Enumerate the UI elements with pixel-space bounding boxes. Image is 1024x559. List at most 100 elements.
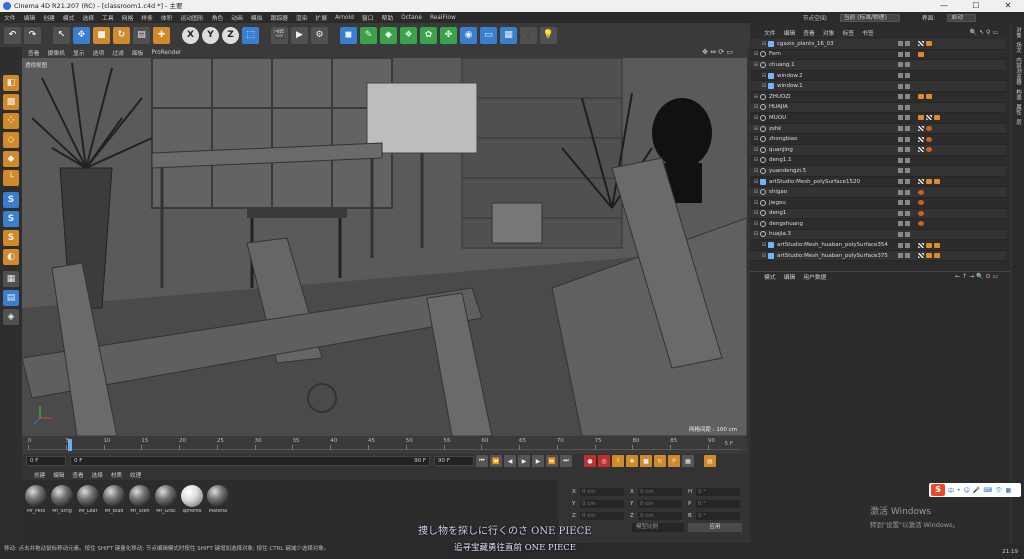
object-row[interactable]: ⊟ artStudio:Mesh_polySurface1520	[750, 177, 1006, 188]
menu-arnold[interactable]: Arnold	[335, 15, 354, 21]
editor-visibility-icon[interactable]	[898, 253, 903, 259]
object-menu-bookmarks[interactable]: 书签	[862, 28, 874, 37]
visibility-flags[interactable]	[898, 136, 910, 142]
ime-emoji-icon[interactable]: ☺	[964, 487, 970, 494]
current-frame-field[interactable]: 0 F	[26, 456, 66, 466]
menu-extensions[interactable]: 扩展	[316, 13, 328, 22]
prev-frame-icon[interactable]: ◀	[504, 455, 516, 467]
material-tag-icon[interactable]	[926, 179, 932, 185]
object-name[interactable]: yuandengzi.5	[769, 168, 806, 174]
attribute-menu-mode[interactable]: 模式	[764, 272, 776, 281]
y-axis-lock-icon[interactable]: Y	[202, 26, 219, 44]
material-swatch[interactable]: Mf_Pets	[24, 485, 48, 514]
texture-tag-icon[interactable]	[918, 253, 924, 259]
menu-render[interactable]: 渲染	[296, 13, 308, 22]
editor-visibility-icon[interactable]	[898, 242, 903, 248]
object-menu-tags[interactable]: 标签	[842, 28, 854, 37]
maximize-button[interactable]: ☐	[960, 0, 992, 12]
size-x-field[interactable]: 0 cm	[638, 487, 682, 496]
render-visibility-icon[interactable]	[905, 242, 910, 248]
object-name[interactable]: Fern	[769, 51, 781, 57]
object-row[interactable]: ⊟ jiegou	[750, 198, 1006, 209]
editor-visibility-icon[interactable]	[898, 115, 903, 121]
position-key-icon[interactable]: ✥	[626, 455, 638, 467]
undo-icon[interactable]: ↶	[4, 26, 21, 44]
render-visibility-icon[interactable]	[905, 221, 910, 227]
grid-floor-icon[interactable]: ▦	[500, 26, 517, 44]
object-row[interactable]: ⊟ deng1.1	[750, 156, 1006, 167]
render-settings-icon[interactable]: ⚙	[311, 26, 328, 44]
menu-tools[interactable]: 工具	[102, 13, 114, 22]
material-menu-select[interactable]: 选择	[92, 471, 103, 479]
visibility-flags[interactable]	[898, 62, 910, 68]
array-icon[interactable]: ❖	[400, 26, 417, 44]
max-frame-field[interactable]: 90 F	[434, 456, 474, 466]
coordinate-system-icon[interactable]: ⬚	[242, 26, 259, 44]
material-tag-icon[interactable]	[934, 253, 940, 259]
x-axis-lock-icon[interactable]: X	[182, 26, 199, 44]
material-tag-icon[interactable]	[918, 51, 924, 57]
quantize-icon[interactable]: S	[3, 230, 19, 246]
minimize-button[interactable]: —	[928, 0, 960, 12]
live-selection-icon[interactable]: ↖	[53, 26, 70, 44]
axis-mode-icon[interactable]: └	[3, 170, 19, 186]
menu-tracker[interactable]: 跟踪器	[271, 13, 288, 22]
viewport-nav-icons[interactable]: ✥ ⇔ ⟳ ▭	[702, 48, 733, 56]
ime-voice-icon[interactable]: 🎤	[973, 487, 980, 494]
render-tag-icon[interactable]	[918, 210, 924, 216]
ime-lang[interactable]: 中	[948, 486, 954, 495]
render-visibility-icon[interactable]	[905, 210, 910, 216]
pen-spline-icon[interactable]: ✎	[360, 26, 377, 44]
menu-create[interactable]: 创建	[43, 13, 55, 22]
texture-tag-icon[interactable]	[918, 126, 924, 132]
object-name[interactable]: deng1	[769, 210, 786, 216]
timeline-window-icon[interactable]: ▤	[704, 455, 716, 467]
ime-skin-icon[interactable]: 👕	[995, 487, 1002, 494]
render-visibility-icon[interactable]	[905, 115, 910, 121]
object-menu-file[interactable]: 文件	[764, 28, 776, 37]
field-icon[interactable]: ◉	[460, 26, 477, 44]
render-visibility-icon[interactable]	[905, 168, 910, 174]
preview-range-field[interactable]: 0 F 90 F	[70, 456, 430, 466]
object-row[interactable]: ⊟ shigao	[750, 187, 1006, 198]
perspective-viewport[interactable]: 透视视图 网格间距 : 100 cm	[22, 58, 747, 436]
material-swatch[interactable]: Mf_Blad	[102, 485, 126, 514]
render-tag-icon[interactable]	[926, 126, 932, 132]
object-name[interactable]: artStudio:Mesh_huaban_polySurface354	[777, 242, 888, 248]
render-visibility-icon[interactable]	[905, 62, 910, 68]
visibility-flags[interactable]	[898, 168, 910, 174]
material-swatch[interactable]: spheres	[180, 485, 204, 514]
rot-p-field[interactable]: 0 °	[696, 499, 740, 508]
object-name[interactable]: ZHUOZI	[769, 94, 791, 100]
size-y-field[interactable]: 0 cm	[638, 499, 682, 508]
menu-animate[interactable]: 动画	[231, 13, 243, 22]
visibility-flags[interactable]	[898, 83, 910, 89]
object-name[interactable]: MUOU	[769, 115, 786, 121]
object-search-icons[interactable]: 🔍 ↖ ⚲ ▭	[970, 29, 998, 36]
ime-toolbar[interactable]: S 中 • ☺ 🎤 ⌨ 👕 ▦	[929, 483, 1021, 497]
object-row[interactable]: ⊟ yuandengzi.5	[750, 166, 1006, 177]
rot-b-field[interactable]: 0 °	[696, 511, 740, 520]
planar-workplane-icon[interactable]: ▤	[3, 290, 19, 306]
pos-z-field[interactable]: 0 cm	[580, 511, 624, 520]
redo-icon[interactable]: ↷	[24, 26, 41, 44]
record-keys-icon[interactable]: ●	[584, 455, 596, 467]
render-visibility-icon[interactable]	[905, 83, 910, 89]
ime-punct-icon[interactable]: •	[957, 487, 961, 494]
editor-visibility-icon[interactable]	[898, 136, 903, 142]
material-menu-material[interactable]: 材质	[111, 471, 122, 479]
render-visibility-icon[interactable]	[905, 200, 910, 206]
editor-visibility-icon[interactable]	[898, 147, 903, 153]
tab-attributes[interactable]: 属性	[1014, 104, 1022, 115]
prev-key-icon[interactable]: ⏪	[490, 455, 502, 467]
editor-visibility-icon[interactable]	[898, 168, 903, 174]
menu-character[interactable]: 角色	[212, 13, 224, 22]
object-row[interactable]: ⊟ deng1	[750, 208, 1006, 220]
object-menu-edit[interactable]: 编辑	[784, 28, 796, 37]
render-visibility-icon[interactable]	[905, 189, 910, 195]
visibility-flags[interactable]	[898, 94, 910, 100]
object-menu-view[interactable]: 查看	[803, 28, 815, 37]
ime-keyboard-icon[interactable]: ⌨	[983, 487, 992, 494]
rot-h-field[interactable]: 0 °	[696, 487, 740, 496]
light-icon[interactable]: 💡	[540, 26, 557, 44]
